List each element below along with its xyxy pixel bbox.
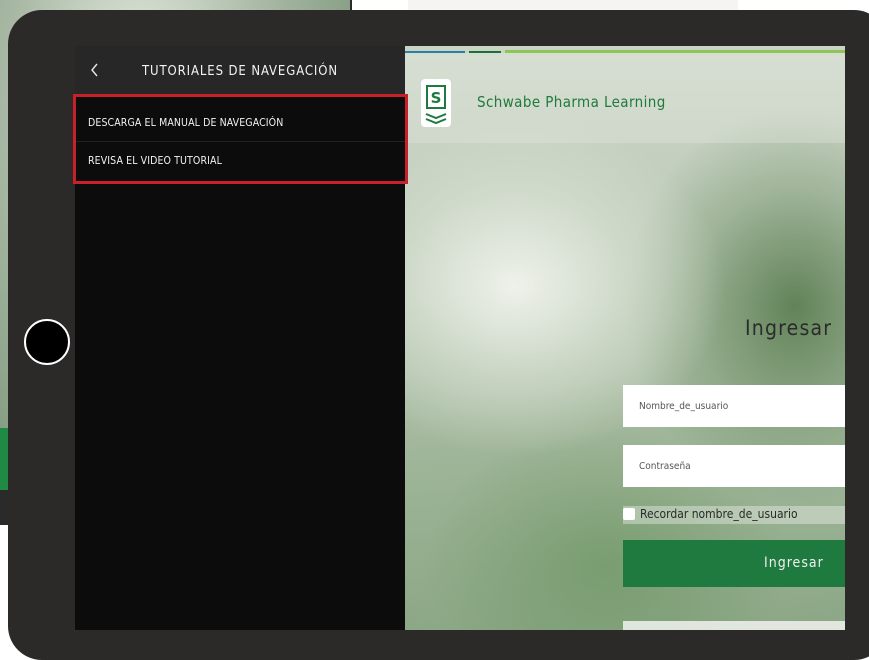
login-title: Ingresar	[745, 316, 833, 340]
remember-checkbox[interactable]	[623, 508, 635, 520]
sidebar-item-video-tutorial[interactable]: REVISA EL VIDEO TUTORIAL	[75, 142, 405, 180]
additional-field	[623, 621, 845, 630]
app-header: S Schwabe Pharma Learning	[405, 53, 845, 143]
tablet-screen: TUTORIALES DE NAVEGACIÓN DESCARGA EL MAN…	[75, 46, 845, 630]
login-button[interactable]: Ingresar	[623, 540, 845, 587]
sidebar-title: TUTORIALES DE NAVEGACIÓN	[141, 64, 339, 79]
sidebar-item-download-manual[interactable]: DESCARGA EL MANUAL DE NAVEGACIÓN	[75, 104, 405, 142]
sidebar-header: TUTORIALES DE NAVEGACIÓN	[75, 46, 405, 96]
navigation-sidebar: TUTORIALES DE NAVEGACIÓN DESCARGA EL MAN…	[75, 46, 405, 630]
brand-name: Schwabe Pharma Learning	[477, 93, 666, 111]
login-screen: S Schwabe Pharma Learning Ingresar Recor…	[405, 46, 845, 630]
remember-username-row[interactable]: Recordar nombre_de_usuario	[623, 506, 845, 524]
remember-label: Recordar nombre_de_usuario	[640, 507, 798, 521]
loading-progress-bar	[405, 46, 845, 53]
password-input[interactable]	[623, 445, 845, 487]
schwabe-logo-icon: S	[421, 79, 451, 127]
username-input[interactable]	[623, 385, 845, 427]
home-button[interactable]	[24, 319, 70, 365]
svg-text:S: S	[431, 89, 442, 107]
